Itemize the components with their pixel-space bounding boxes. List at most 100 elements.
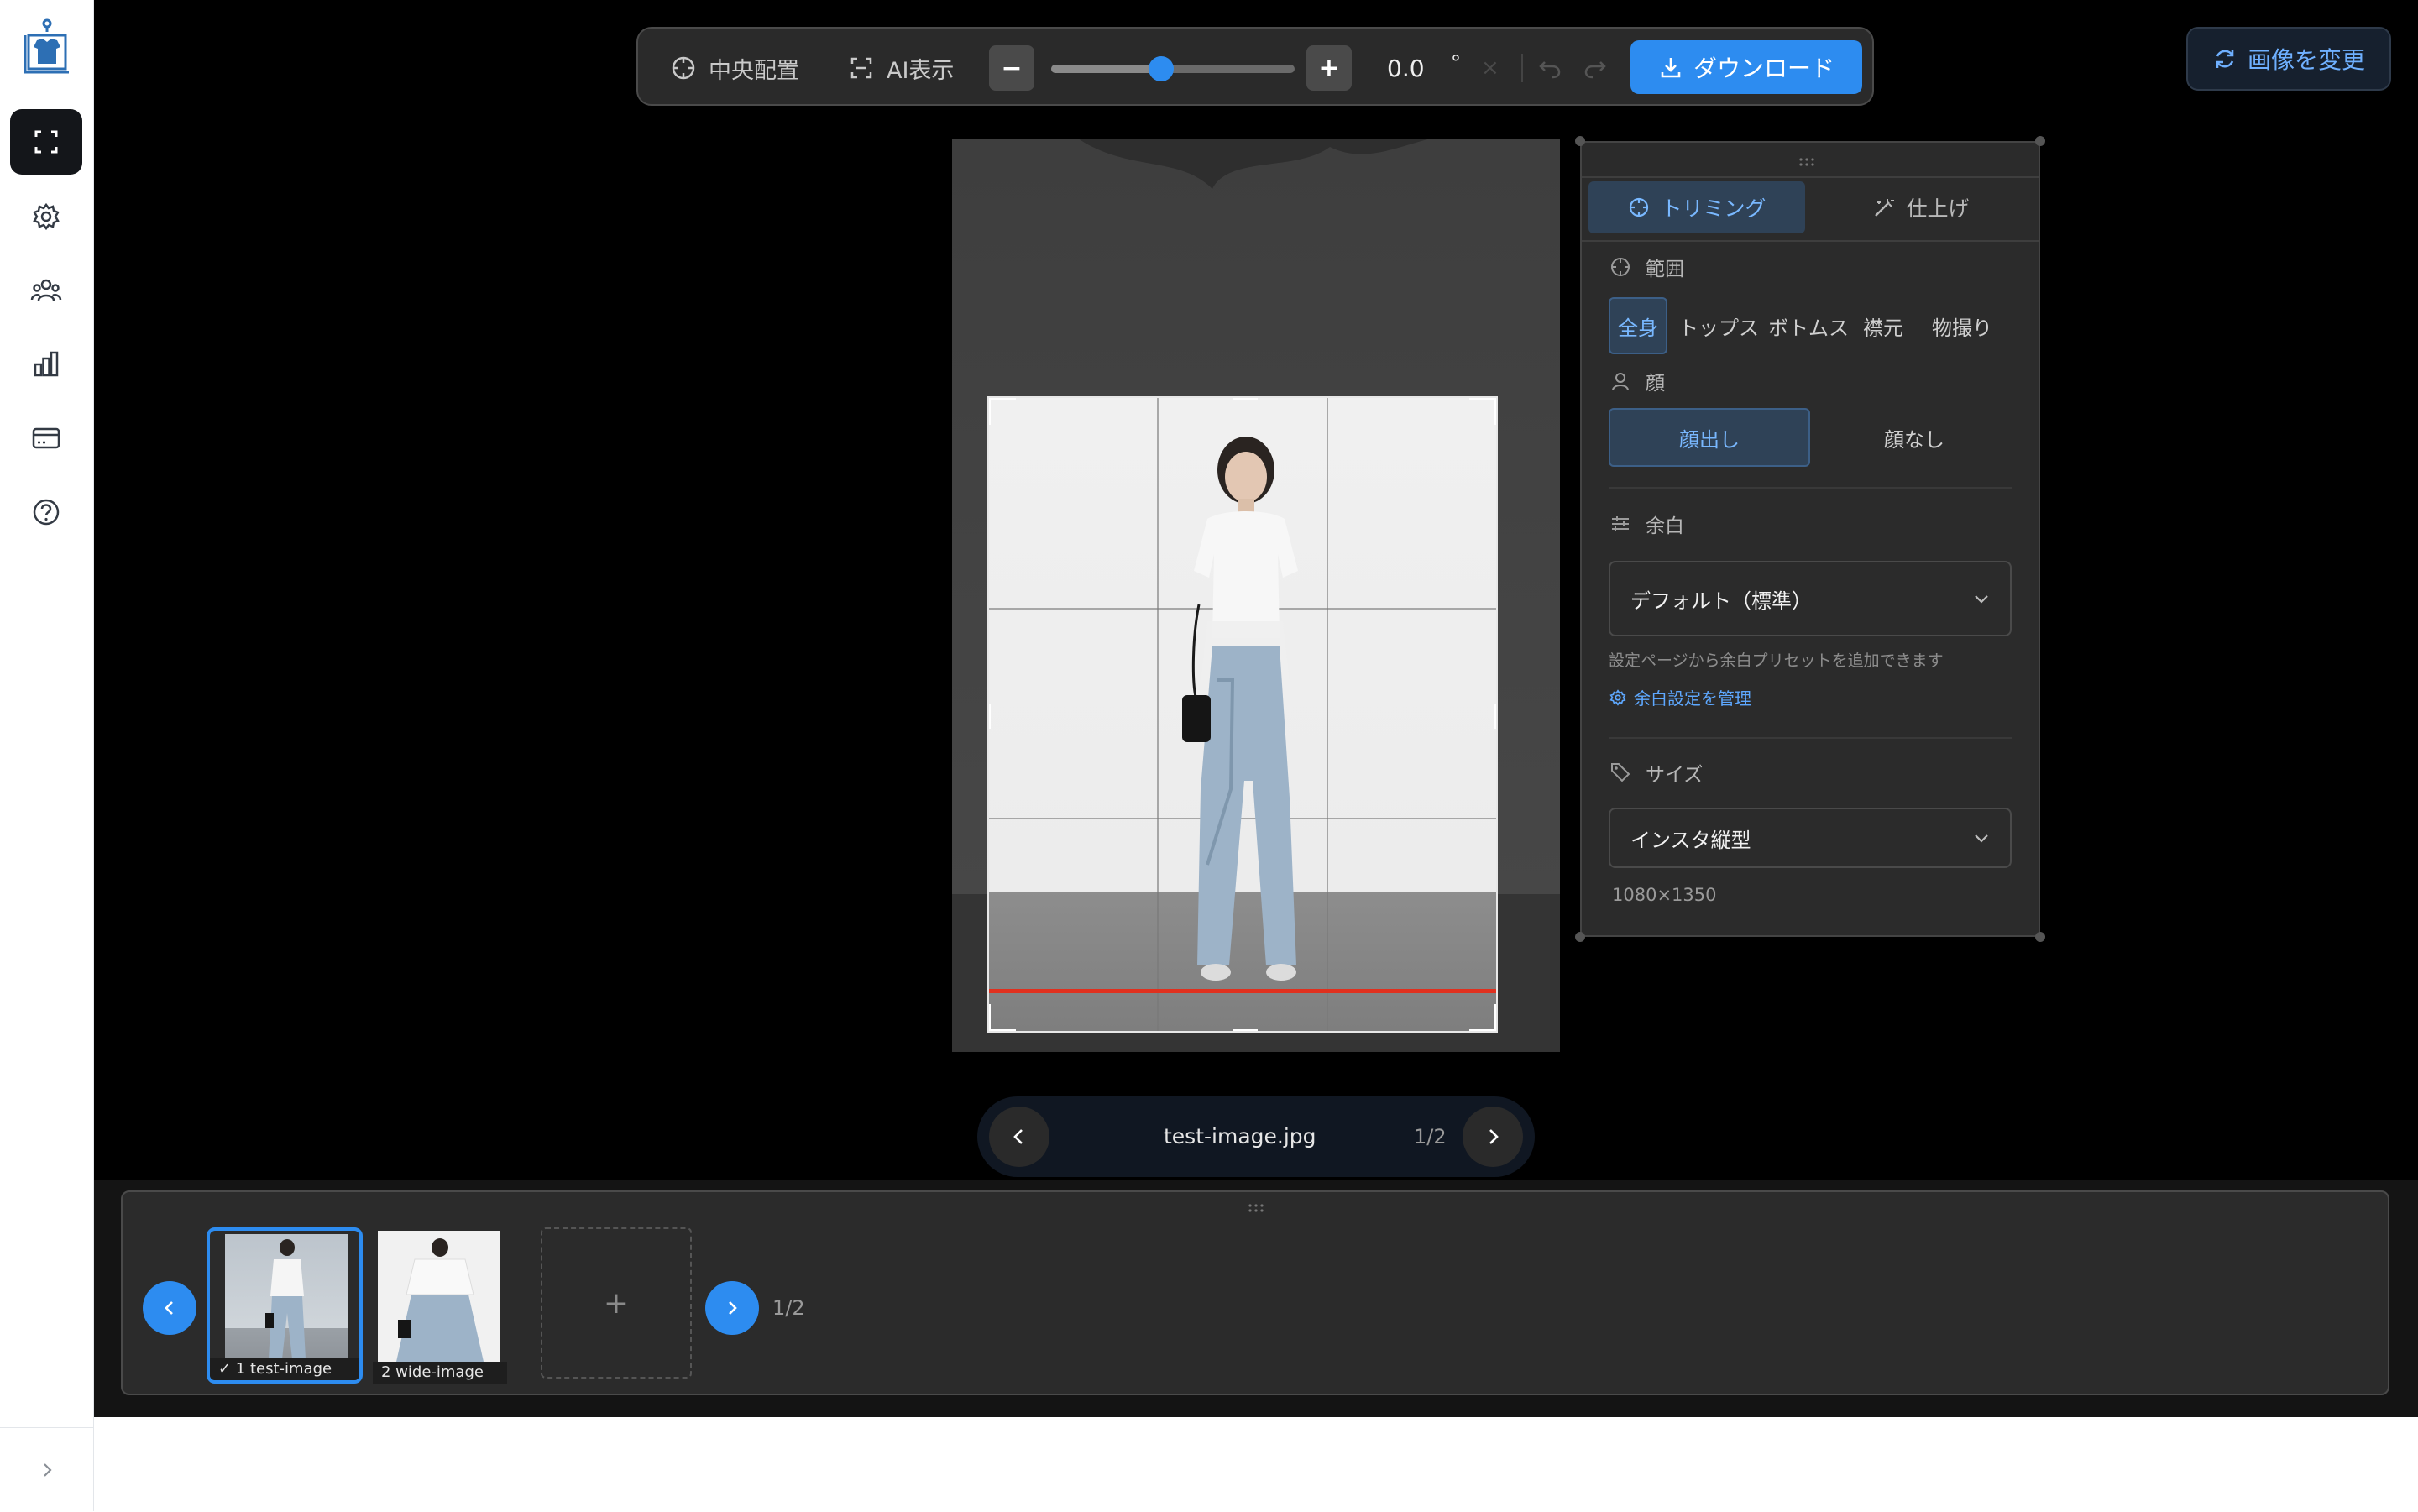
zoom-slider-thumb[interactable] — [1148, 56, 1174, 81]
thumbnail-wide-image[interactable]: 2 wide-image — [373, 1227, 529, 1384]
strip-page-indicator: 1/2 — [772, 1296, 805, 1320]
refresh-icon — [2216, 50, 2234, 68]
crop-handle-bottom-right[interactable] — [1469, 1004, 1496, 1031]
app-logo-icon[interactable] — [22, 17, 72, 76]
chevron-right-icon — [1489, 1129, 1499, 1144]
panel-drag-handle[interactable] — [1798, 154, 1815, 166]
download-button[interactable]: ダウンロード — [1630, 40, 1862, 94]
range-option-bottoms[interactable]: ボトムス — [1763, 297, 1854, 354]
zoom-out-button[interactable]: − — [989, 45, 1034, 91]
strip-drag-handle[interactable] — [1248, 1201, 1264, 1212]
range-option-full-body[interactable]: 全身 — [1609, 297, 1667, 354]
crop-handle-bottom-left[interactable] — [989, 1004, 1016, 1031]
sidebar-item-settings[interactable] — [10, 184, 82, 249]
scan-icon — [850, 57, 872, 79]
redo-button[interactable] — [1582, 29, 1620, 107]
size-label: サイズ — [1646, 764, 1704, 786]
crop-frame[interactable] — [987, 396, 1498, 1033]
change-image-button[interactable]: 画像を変更 — [2186, 27, 2391, 91]
crop-handle-top[interactable] — [1233, 398, 1258, 400]
size-select[interactable]: インスタ縦型 — [1609, 808, 2012, 868]
size-select-value: インスタ縦型 — [1630, 828, 1751, 852]
manage-margin-label: 余白設定を管理 — [1634, 688, 1751, 709]
photo-plant-shadow — [1078, 139, 1431, 189]
zoom-slider[interactable] — [1051, 56, 1295, 81]
margin-select[interactable]: デフォルト（標準） — [1609, 561, 2012, 636]
face-option-show[interactable]: 顔出し — [1609, 408, 1810, 467]
chevron-left-icon — [1013, 1129, 1023, 1144]
sidebar-item-help[interactable] — [10, 479, 82, 545]
range-option-tops[interactable]: トップス — [1677, 297, 1760, 354]
current-filename: test-image.jpg — [1164, 1124, 1316, 1148]
tab-trimming[interactable]: トリミング — [1588, 181, 1805, 233]
crop-handle-top-left[interactable] — [989, 398, 1016, 425]
chevron-left-icon — [165, 1301, 173, 1315]
chevron-down-icon — [1975, 595, 1988, 604]
center-button[interactable]: 中央配置 — [670, 29, 799, 107]
prev-image-button[interactable] — [989, 1107, 1049, 1167]
thumbnail-image — [378, 1231, 500, 1365]
settings-panel: トリミング 仕上げ 範囲 全身 トップス ボトムス 襟元 物撮り 顔 顔出し 顔… — [1575, 136, 2045, 942]
margin-section-label: 余白 — [1609, 507, 1684, 541]
panel-resize-handle-bl[interactable] — [1575, 932, 1585, 942]
margin-label: 余白 — [1646, 515, 1684, 537]
ai-display-button[interactable]: AI表示 — [848, 29, 954, 107]
crop-handle-left[interactable] — [989, 704, 991, 729]
thumbnail-strip: ✓ 1 test-image 2 wide-image + 1/2 — [121, 1190, 2389, 1395]
range-option-neckline[interactable]: 襟元 — [1855, 297, 1911, 354]
face-section-label: 顔 — [1609, 364, 1665, 398]
tab-label: トリミング — [1661, 196, 1766, 221]
gear-icon — [1609, 688, 1626, 706]
tab-finishing[interactable]: 仕上げ — [1810, 181, 2032, 233]
rotation-value: 0.0 — [1387, 54, 1425, 82]
range-label: 範囲 — [1646, 259, 1684, 280]
tag-icon — [1611, 763, 1630, 782]
strip-prev-button[interactable] — [143, 1281, 196, 1335]
rotation-unit: ° — [1451, 51, 1461, 75]
change-image-label: 画像を変更 — [2247, 46, 2365, 74]
users-icon — [30, 279, 62, 301]
thumbnail-test-image[interactable]: ✓ 1 test-image — [207, 1227, 363, 1384]
sidebar-item-users[interactable] — [10, 258, 82, 323]
face-option-hide[interactable]: 顔なし — [1814, 408, 2015, 467]
crop-handle-right[interactable] — [1494, 704, 1496, 729]
file-navigator: test-image.jpg 1/2 — [977, 1096, 1535, 1177]
zoom-slider-fill — [1051, 65, 1161, 73]
panel-resize-handle-tl[interactable] — [1575, 136, 1585, 146]
sidebar-item-billing[interactable] — [10, 405, 82, 471]
thumbnail-image — [225, 1234, 348, 1368]
gear-icon — [33, 202, 60, 231]
reset-rotation-button[interactable]: × — [1481, 29, 1499, 107]
next-image-button[interactable] — [1463, 1107, 1523, 1167]
face-label: 顔 — [1646, 373, 1665, 395]
strip-next-button[interactable] — [705, 1281, 759, 1335]
person-icon — [1612, 373, 1629, 391]
card-icon — [32, 427, 60, 449]
manage-margin-link[interactable]: 余白設定を管理 — [1609, 685, 1751, 709]
range-option-product[interactable]: 物撮り — [1916, 297, 2008, 354]
fullscreen-icon — [34, 130, 58, 154]
sidebar-item-analytics[interactable] — [10, 332, 82, 397]
sliders-icon — [1612, 516, 1629, 531]
chevron-right-icon — [43, 1463, 52, 1477]
add-image-button[interactable]: + — [541, 1227, 692, 1379]
sidebar-item-fullscreen[interactable] — [10, 109, 82, 175]
crosshair-icon — [672, 56, 695, 80]
crosshair-icon — [1611, 258, 1630, 276]
toolbar-divider — [1521, 54, 1523, 82]
margin-select-value: デフォルト（標準） — [1630, 589, 1812, 613]
thumbnail-caption: 2 wide-image — [373, 1362, 507, 1384]
sidebar-expand-button[interactable] — [0, 1427, 93, 1512]
section-divider — [1609, 737, 2012, 739]
tabs-divider — [1582, 240, 2039, 242]
panel-resize-handle-tr[interactable] — [2035, 136, 2045, 146]
undo-button[interactable] — [1536, 29, 1575, 107]
zoom-in-button[interactable]: + — [1306, 45, 1352, 91]
panel-divider — [1582, 176, 2039, 178]
crosshair-icon — [1630, 197, 1649, 217]
panel-resize-handle-br[interactable] — [2035, 932, 2045, 942]
crop-handle-bottom[interactable] — [1233, 1029, 1258, 1031]
size-section-label: サイズ — [1609, 756, 1703, 789]
crop-handle-top-right[interactable] — [1469, 398, 1496, 425]
help-icon — [33, 499, 60, 526]
